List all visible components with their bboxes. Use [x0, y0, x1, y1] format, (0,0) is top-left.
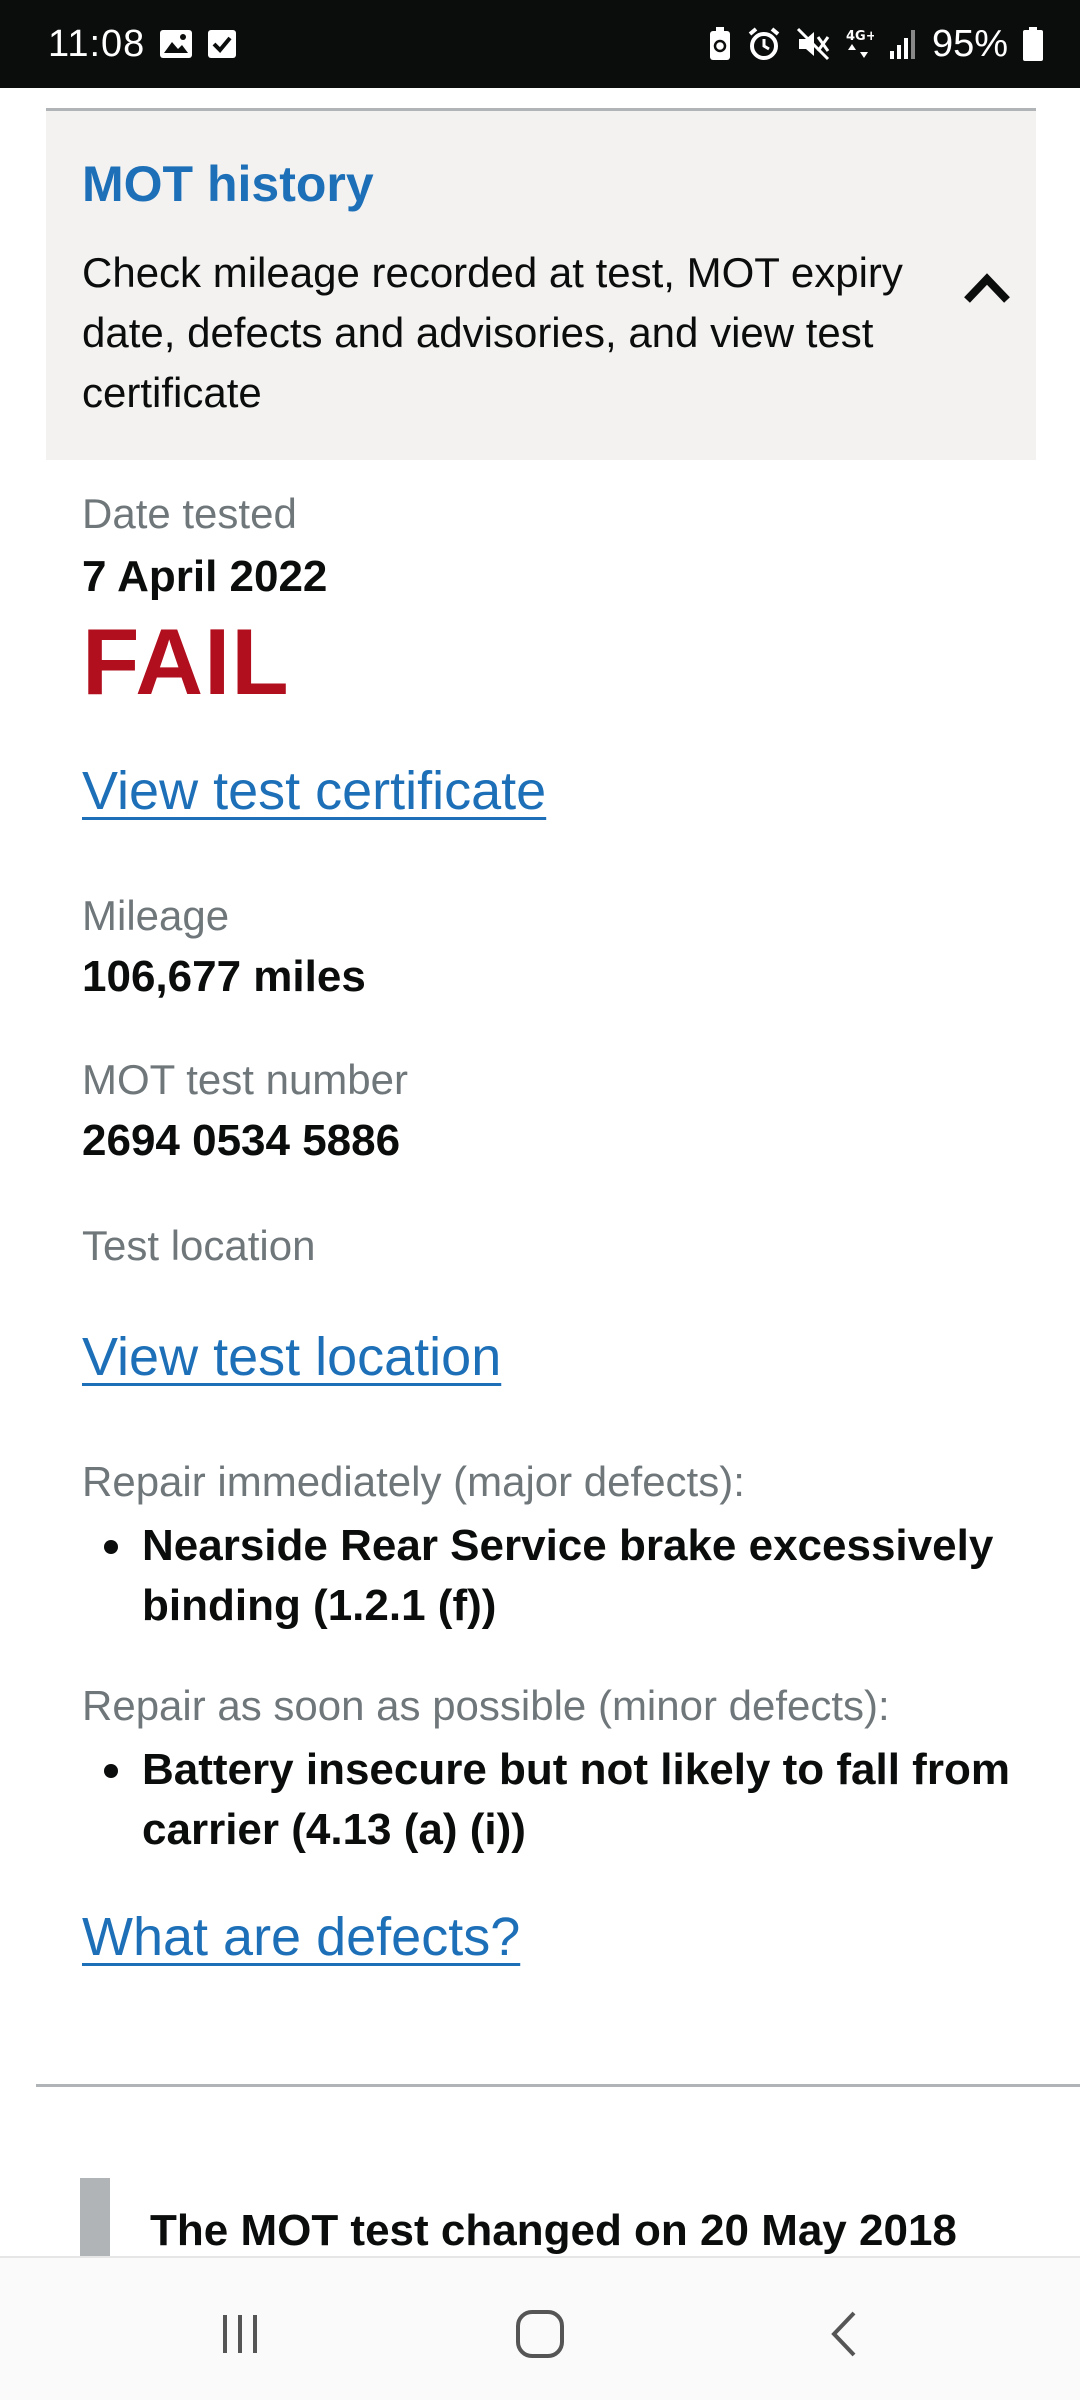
what-are-defects-link[interactable]: What are defects?: [82, 1906, 520, 1968]
battery-saver-icon: [708, 26, 732, 62]
checkbox-icon: [207, 29, 237, 59]
mot-history-page: MOT history Check mileage recorded at te…: [0, 88, 1080, 2256]
view-test-certificate-link[interactable]: View test certificate: [82, 760, 546, 822]
major-defects-label: Repair immediately (major defects):: [82, 1458, 745, 1505]
recents-icon[interactable]: [200, 2294, 280, 2374]
status-bar: 11:08 4G+ 95%: [0, 0, 1080, 88]
major-defect-item: Nearside Rear Service brake excessively …: [82, 1516, 1042, 1636]
battery-icon: [1022, 26, 1044, 62]
signal-icon: [888, 27, 918, 61]
home-icon[interactable]: [500, 2294, 580, 2374]
date-tested-value: 7 April 2022: [82, 552, 328, 601]
mot-history-accordion-header[interactable]: MOT history Check mileage recorded at te…: [46, 108, 1036, 460]
section-divider: [36, 2084, 1080, 2087]
view-test-location-link[interactable]: View test location: [82, 1326, 501, 1388]
date-tested-label: Date tested: [82, 490, 297, 537]
accordion-summary: Check mileage recorded at test, MOT expi…: [82, 249, 903, 416]
test-location-label: Test location: [82, 1222, 316, 1269]
minor-defects-list: Battery insecure but not likely to fall …: [82, 1740, 1042, 1860]
svg-text:4G+: 4G+: [846, 29, 874, 44]
status-bar-right: 4G+ 95%: [708, 23, 1044, 66]
accordion-title: MOT history: [82, 156, 374, 212]
battery-percent: 95%: [931, 22, 1008, 65]
mute-icon: [796, 27, 830, 61]
test-number-label: MOT test number: [82, 1056, 408, 1103]
test-number-value: 2694 0534 5886: [82, 1116, 401, 1165]
inset-text-border: [80, 2178, 110, 2256]
mot-change-inset-title: The MOT test changed on 20 May 2018: [150, 2206, 957, 2255]
minor-defect-item: Battery insecure but not likely to fall …: [82, 1740, 1042, 1860]
status-time: 11:08: [48, 22, 146, 65]
test-result-status: FAIL: [82, 609, 290, 714]
status-bar-left: 11:08: [48, 23, 237, 66]
mileage-value: 106,677 miles: [82, 952, 366, 1001]
alarm-icon: [746, 26, 782, 62]
back-icon[interactable]: [804, 2294, 884, 2374]
mileage-label: Mileage: [82, 892, 230, 939]
4g-icon: 4G+: [844, 26, 874, 62]
system-nav-bar: [0, 2256, 1080, 2400]
minor-defects-label: Repair as soon as possible (minor defect…: [82, 1682, 890, 1729]
chevron-up-icon[interactable]: [962, 269, 1012, 305]
major-defects-list: Nearside Rear Service brake excessively …: [82, 1516, 1042, 1636]
gallery-icon: [159, 29, 193, 59]
